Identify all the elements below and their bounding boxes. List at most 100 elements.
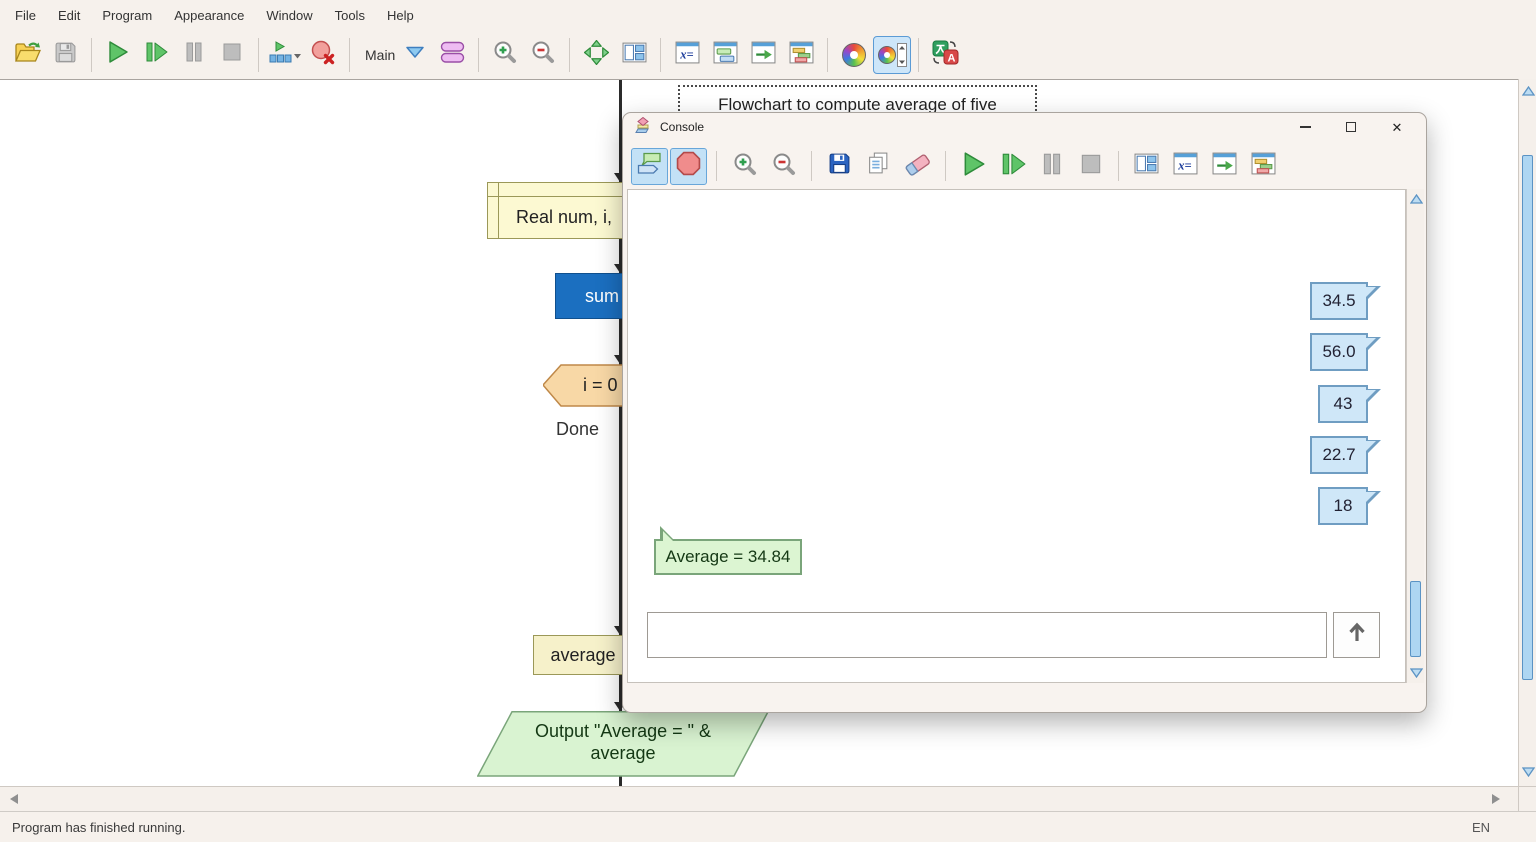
close-button[interactable]: ✕ — [1386, 117, 1408, 137]
console-window-button[interactable] — [706, 36, 744, 74]
show-bubbles-toggle[interactable] — [631, 148, 668, 185]
run-layout-button[interactable] — [266, 36, 304, 74]
all-windows-icon — [1251, 152, 1276, 180]
console-zoom-out-button[interactable] — [765, 148, 802, 185]
scroll-left-icon[interactable] — [6, 792, 22, 806]
toolbar-separator — [945, 151, 946, 181]
declare-text: Real num, i, — [516, 207, 612, 228]
scroll-up-icon[interactable] — [1409, 193, 1423, 205]
scroll-down-icon[interactable] — [1409, 667, 1423, 679]
menu-program[interactable]: Program — [91, 4, 163, 27]
output-window-button[interactable] — [744, 36, 782, 74]
menu-edit[interactable]: Edit — [47, 4, 91, 27]
console-output-window-button[interactable] — [1206, 148, 1243, 185]
console-run-button[interactable] — [955, 148, 992, 185]
menu-help[interactable]: Help — [376, 4, 425, 27]
minimize-icon — [1300, 126, 1311, 128]
step-icon — [1000, 151, 1026, 182]
console-all-windows-button[interactable] — [1245, 148, 1282, 185]
stop-sign-icon — [676, 151, 701, 181]
color-scheme-button[interactable] — [873, 36, 911, 74]
output-bubble-value: Average = 34.84 — [666, 547, 791, 567]
toolbar-separator — [918, 38, 919, 72]
assign-average-text: average — [550, 645, 615, 666]
panes-layout-button[interactable] — [615, 36, 653, 74]
console-pause-button[interactable] — [1033, 148, 1070, 185]
main-toolbar: Main — [0, 30, 1536, 79]
console-stop-button[interactable] — [1072, 148, 1109, 185]
console-variable-watch-button[interactable]: x= — [1167, 148, 1204, 185]
function-selector-label: Main — [365, 47, 395, 63]
send-up-arrow-icon — [1348, 622, 1366, 648]
zoom-in-button[interactable] — [486, 36, 524, 74]
console-copy-button[interactable] — [860, 148, 897, 185]
fit-window-button[interactable] — [577, 36, 615, 74]
toolbar-separator — [716, 151, 717, 181]
scroll-right-icon[interactable] — [1488, 792, 1504, 806]
canvas-vertical-scrollbar[interactable] — [1518, 79, 1536, 786]
minimize-button[interactable] — [1294, 117, 1316, 137]
console-input-field[interactable] — [647, 612, 1327, 658]
assign-text: sum — [585, 286, 619, 307]
step-icon — [144, 40, 168, 69]
input-bubble: 22.7 — [1310, 436, 1368, 474]
scrollbar-corner — [1518, 786, 1536, 811]
color-wheel-button[interactable] — [835, 36, 873, 74]
console-step-button[interactable] — [994, 148, 1031, 185]
canvas-vertical-scrollbar-thumb[interactable] — [1522, 155, 1533, 680]
terminate-button[interactable] — [304, 36, 342, 74]
canvas-horizontal-scrollbar[interactable] — [0, 786, 1518, 811]
translate-button[interactable]: A — [926, 36, 964, 74]
stop-icon — [220, 40, 244, 69]
console-window-icon — [713, 41, 738, 69]
input-bubble: 34.5 — [1310, 282, 1368, 320]
variable-watch-icon: x= — [675, 41, 700, 69]
declare-inner-line — [498, 183, 499, 238]
copy-icon — [866, 151, 891, 181]
pause-on-input-toggle[interactable] — [670, 148, 707, 185]
output-text-line1: Output "Average = " & — [477, 720, 769, 742]
zoom-in-icon — [493, 40, 517, 69]
zoom-out-button[interactable] — [524, 36, 562, 74]
input-bubble-value: 56.0 — [1322, 342, 1355, 362]
scroll-down-icon[interactable] — [1521, 766, 1535, 778]
console-scrollbar[interactable] — [1406, 189, 1424, 683]
function-dropdown-icon — [405, 45, 425, 64]
step-button[interactable] — [137, 36, 175, 74]
console-panes-layout-button[interactable] — [1128, 148, 1165, 185]
variable-watch-icon: x= — [1173, 152, 1198, 180]
maximize-icon — [1346, 122, 1356, 132]
console-save-button[interactable] — [821, 148, 858, 185]
menu-file[interactable]: File — [4, 4, 47, 27]
open-button[interactable] — [8, 36, 46, 74]
input-bubble-value: 34.5 — [1322, 291, 1355, 311]
save-icon — [54, 41, 77, 69]
functions-button[interactable] — [433, 36, 471, 74]
console-window: Console ✕ — [622, 112, 1427, 713]
output-shape-text: Output "Average = " & average — [477, 720, 769, 764]
menu-window[interactable]: Window — [255, 4, 323, 27]
save-button[interactable] — [46, 36, 84, 74]
status-message: Program has finished running. — [12, 820, 185, 835]
menu-tools[interactable]: Tools — [324, 4, 376, 27]
console-titlebar[interactable]: Console ✕ — [623, 113, 1426, 141]
console-scrollbar-thumb[interactable] — [1410, 581, 1421, 657]
svg-text:x=: x= — [679, 47, 693, 61]
flowgorithm-logo-icon — [635, 117, 651, 138]
language-indicator: EN — [1472, 820, 1490, 835]
console-clear-button[interactable] — [899, 148, 936, 185]
menu-appearance[interactable]: Appearance — [163, 4, 255, 27]
pause-button[interactable] — [175, 36, 213, 74]
maximize-button[interactable] — [1340, 117, 1362, 137]
stop-button[interactable] — [213, 36, 251, 74]
function-selector[interactable]: Main — [357, 36, 433, 74]
variable-watch-button[interactable]: x= — [668, 36, 706, 74]
menu-bar: File Edit Program Appearance Window Tool… — [0, 0, 1536, 30]
send-input-button[interactable] — [1333, 612, 1380, 658]
scroll-up-icon[interactable] — [1521, 85, 1535, 97]
stop-icon — [1078, 151, 1104, 182]
run-button[interactable] — [99, 36, 137, 74]
assign-average-shape[interactable]: average — [533, 635, 633, 675]
console-zoom-in-button[interactable] — [726, 148, 763, 185]
all-windows-button[interactable] — [782, 36, 820, 74]
